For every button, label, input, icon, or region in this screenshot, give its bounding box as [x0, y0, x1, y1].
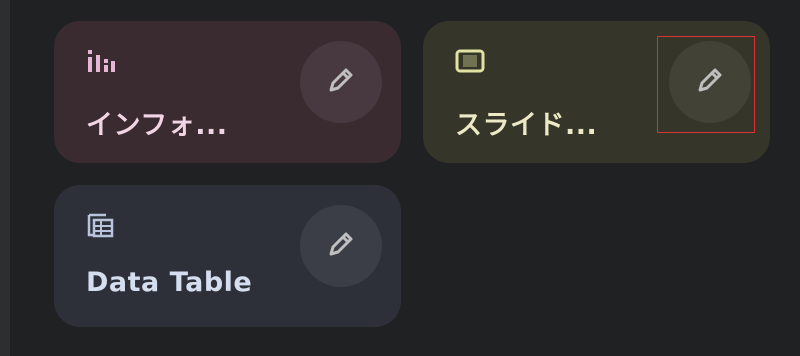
left-panel-edge: [0, 0, 10, 356]
edit-button[interactable]: [300, 205, 382, 287]
edit-button[interactable]: [669, 41, 751, 123]
edit-button[interactable]: [300, 41, 382, 123]
pencil-icon: [693, 63, 727, 101]
infographic-card[interactable]: インフォ...: [54, 21, 401, 163]
data-table-card[interactable]: Data Table: [54, 185, 401, 327]
pencil-icon: [324, 227, 358, 265]
table-icon: [86, 211, 116, 239]
card-label: Data Table: [86, 267, 253, 298]
pencil-icon: [324, 63, 358, 101]
bar-chart-icon: [86, 47, 116, 75]
app-panel: インフォ... スライド... Data Table: [0, 0, 800, 356]
card-label: スライド...: [455, 110, 598, 141]
slide-card[interactable]: スライド...: [423, 21, 770, 163]
slides-icon: [455, 47, 485, 75]
card-label: インフォ...: [86, 110, 228, 141]
